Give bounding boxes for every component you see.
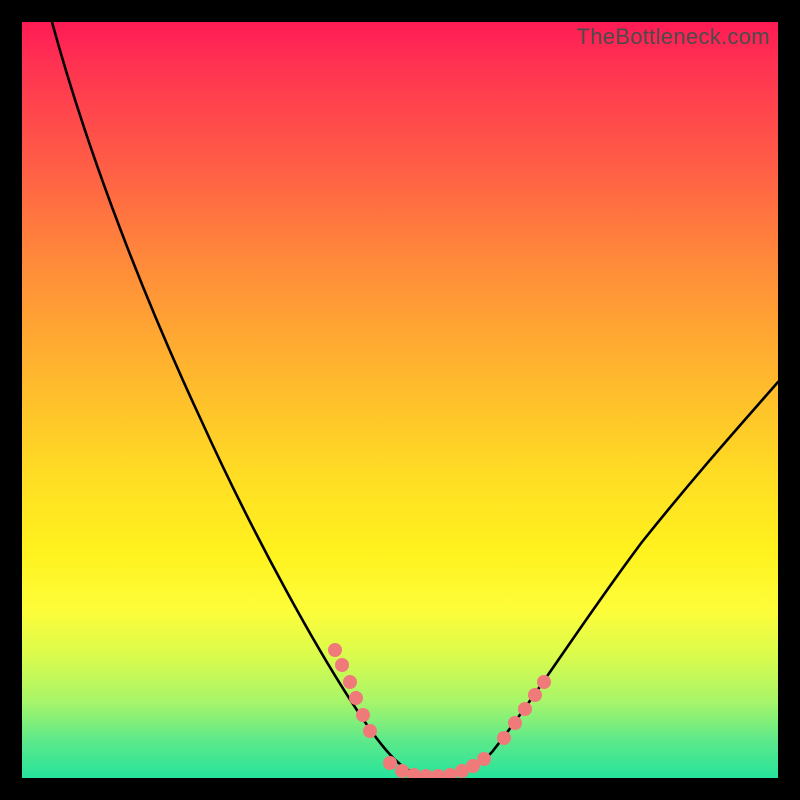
bottleneck-curve	[22, 22, 778, 778]
marker-dot	[477, 752, 491, 766]
marker-dot	[356, 708, 370, 722]
marker-cluster-right	[497, 675, 551, 745]
marker-dot	[528, 688, 542, 702]
marker-cluster-trough	[383, 752, 491, 778]
watermark-text: TheBottleneck.com	[577, 24, 770, 50]
marker-dot	[335, 658, 349, 672]
curve-path	[52, 22, 778, 776]
marker-dot	[419, 769, 433, 778]
marker-dot	[518, 702, 532, 716]
marker-dot	[343, 675, 357, 689]
marker-dot	[383, 756, 397, 770]
marker-dot	[349, 691, 363, 705]
marker-cluster-left	[328, 643, 377, 738]
marker-dot	[537, 675, 551, 689]
marker-dot	[508, 716, 522, 730]
chart-frame: TheBottleneck.com	[22, 22, 778, 778]
marker-dot	[328, 643, 342, 657]
marker-dot	[443, 768, 457, 778]
marker-dot	[363, 724, 377, 738]
marker-dot	[395, 764, 409, 778]
marker-dot	[431, 769, 445, 778]
marker-dot	[497, 731, 511, 745]
